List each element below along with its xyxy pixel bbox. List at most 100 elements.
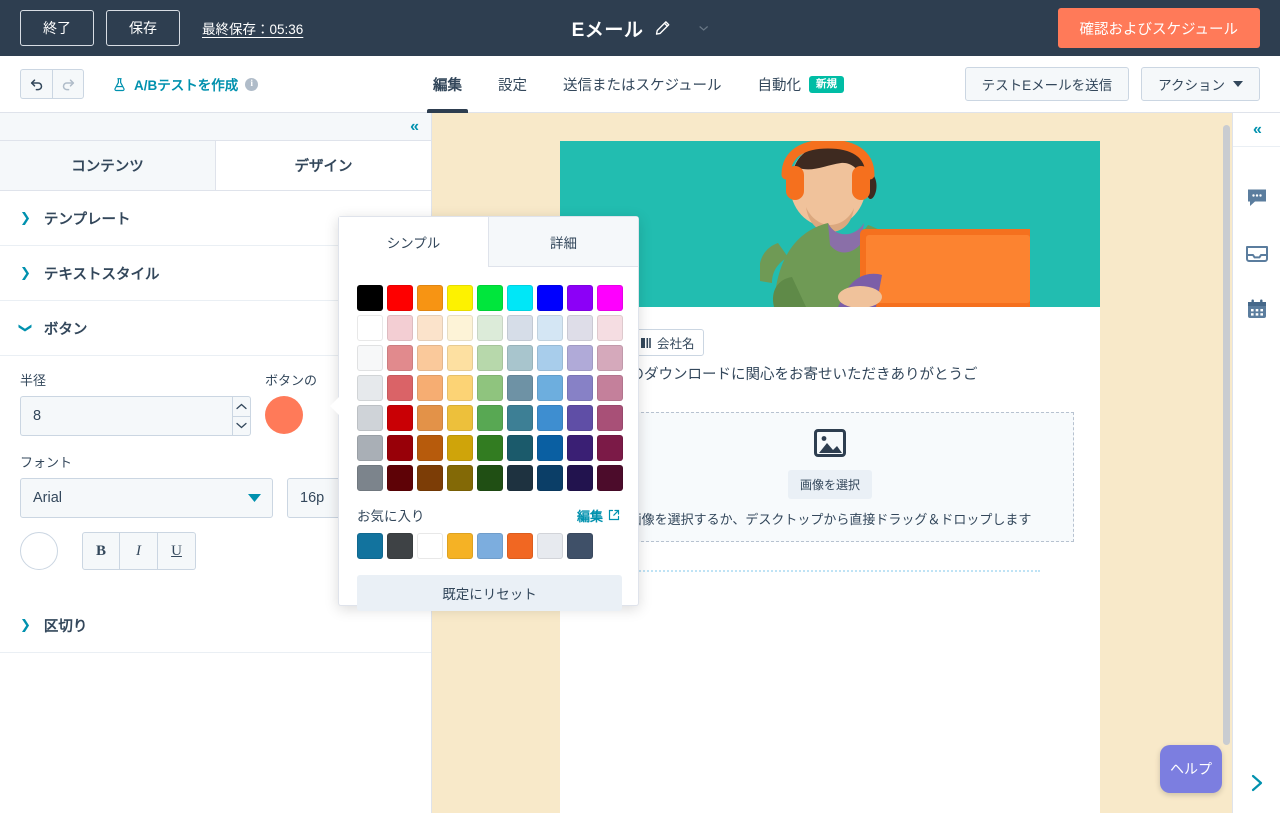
rail-collapse-button[interactable]: « — [1233, 113, 1280, 147]
favorite-color-swatch[interactable] — [417, 533, 443, 559]
favorite-color-swatch[interactable] — [567, 533, 593, 559]
color-swatch[interactable] — [357, 315, 383, 341]
canvas-scrollbar[interactable] — [1223, 125, 1230, 745]
color-swatch[interactable] — [417, 345, 443, 371]
color-swatch[interactable] — [537, 465, 563, 491]
rail-comments-button[interactable] — [1233, 169, 1280, 225]
color-swatch[interactable] — [447, 435, 473, 461]
color-swatch[interactable] — [387, 345, 413, 371]
color-swatch[interactable] — [507, 285, 533, 311]
color-swatch[interactable] — [447, 375, 473, 401]
color-swatch[interactable] — [357, 285, 383, 311]
color-swatch[interactable] — [417, 465, 443, 491]
create-ab-test-link[interactable]: A/Bテストを作成 i — [112, 74, 259, 94]
redo-button[interactable] — [52, 69, 84, 99]
bold-button[interactable]: B — [82, 532, 120, 570]
color-swatch[interactable] — [357, 465, 383, 491]
color-swatch[interactable] — [387, 285, 413, 311]
edit-favorites-link[interactable]: 編集 — [577, 506, 620, 525]
color-swatch[interactable] — [597, 465, 623, 491]
review-and-schedule-button[interactable]: 確認およびスケジュール — [1057, 8, 1260, 48]
color-swatch[interactable] — [507, 405, 533, 431]
color-swatch[interactable] — [567, 435, 593, 461]
rail-expand-button[interactable] — [1233, 773, 1280, 793]
color-swatch[interactable] — [357, 405, 383, 431]
info-icon[interactable]: i — [245, 77, 259, 91]
color-swatch[interactable] — [447, 285, 473, 311]
rail-archive-button[interactable] — [1233, 225, 1280, 281]
color-swatch[interactable] — [357, 375, 383, 401]
email-body-text[interactable]: ブックのダウンロードに関心をお寄せいただきありがとうご — [586, 364, 1074, 388]
color-swatch[interactable] — [537, 405, 563, 431]
color-swatch[interactable] — [507, 465, 533, 491]
select-image-button[interactable]: 画像を選択 — [787, 469, 872, 499]
hero-image[interactable] — [560, 141, 1100, 307]
color-swatch[interactable] — [507, 375, 533, 401]
color-swatch[interactable] — [417, 375, 443, 401]
pencil-icon[interactable] — [653, 20, 670, 37]
color-swatch[interactable] — [417, 315, 443, 341]
color-swatch[interactable] — [417, 435, 443, 461]
favorite-color-swatch[interactable] — [537, 533, 563, 559]
color-swatch[interactable] — [387, 435, 413, 461]
color-swatch[interactable] — [357, 435, 383, 461]
sidebar-tab-content[interactable]: コンテンツ — [0, 141, 216, 191]
color-swatch[interactable] — [567, 285, 593, 311]
radius-decrement-button[interactable] — [232, 415, 251, 436]
color-swatch[interactable] — [477, 345, 503, 371]
color-swatch[interactable] — [447, 465, 473, 491]
color-swatch[interactable] — [507, 345, 533, 371]
favorite-color-swatch[interactable] — [387, 533, 413, 559]
chevron-down-icon[interactable] — [698, 23, 708, 33]
personalization-token[interactable]: 会社名 — [631, 329, 704, 356]
help-button[interactable]: ヘルプ — [1160, 745, 1222, 793]
tab-send-or-schedule[interactable]: 送信またはスケジュール — [545, 56, 739, 113]
color-swatch[interactable] — [567, 465, 593, 491]
color-swatch[interactable] — [597, 435, 623, 461]
sidebar-tab-design[interactable]: デザイン — [216, 141, 431, 191]
color-swatch[interactable] — [597, 345, 623, 371]
exit-button[interactable]: 終了 — [20, 10, 94, 46]
color-swatch[interactable] — [567, 405, 593, 431]
underline-button[interactable]: U — [158, 532, 196, 570]
color-tab-simple[interactable]: シンプル — [339, 217, 488, 267]
color-swatch[interactable] — [537, 375, 563, 401]
save-button[interactable]: 保存 — [106, 10, 180, 46]
image-dropzone[interactable]: 画像を選択 画像を選択するか、デスクトップから直接ドラッグ＆ドロップします — [586, 411, 1074, 542]
color-swatch[interactable] — [597, 375, 623, 401]
color-swatch[interactable] — [447, 315, 473, 341]
color-swatch[interactable] — [447, 345, 473, 371]
radius-increment-button[interactable] — [232, 396, 251, 416]
color-swatch[interactable] — [567, 315, 593, 341]
color-swatch[interactable] — [387, 465, 413, 491]
color-swatch[interactable] — [597, 285, 623, 311]
color-swatch[interactable] — [477, 375, 503, 401]
color-swatch[interactable] — [507, 315, 533, 341]
color-swatch[interactable] — [477, 315, 503, 341]
color-swatch[interactable] — [477, 465, 503, 491]
button-color-swatch[interactable] — [265, 396, 303, 434]
color-swatch[interactable] — [447, 405, 473, 431]
color-swatch[interactable] — [417, 285, 443, 311]
color-swatch[interactable] — [567, 375, 593, 401]
color-swatch[interactable] — [597, 405, 623, 431]
send-test-email-button[interactable]: テストEメールを送信 — [964, 67, 1130, 101]
color-swatch[interactable] — [597, 315, 623, 341]
favorite-color-swatch[interactable] — [447, 533, 473, 559]
tab-edit[interactable]: 編集 — [415, 56, 480, 113]
color-swatch[interactable] — [537, 285, 563, 311]
color-swatch[interactable] — [537, 315, 563, 341]
last-saved-label[interactable]: 最終保存：05:36 — [202, 18, 303, 38]
radius-input[interactable] — [20, 396, 232, 436]
color-swatch[interactable] — [537, 435, 563, 461]
color-swatch[interactable] — [387, 405, 413, 431]
color-swatch[interactable] — [477, 435, 503, 461]
favorite-color-swatch[interactable] — [507, 533, 533, 559]
color-swatch[interactable] — [567, 345, 593, 371]
color-swatch[interactable] — [357, 345, 383, 371]
text-color-swatch[interactable] — [20, 532, 58, 570]
font-family-select[interactable]: Arial — [20, 478, 273, 518]
color-swatch[interactable] — [387, 315, 413, 341]
color-swatch[interactable] — [417, 405, 443, 431]
actions-dropdown-button[interactable]: アクション — [1141, 67, 1260, 101]
